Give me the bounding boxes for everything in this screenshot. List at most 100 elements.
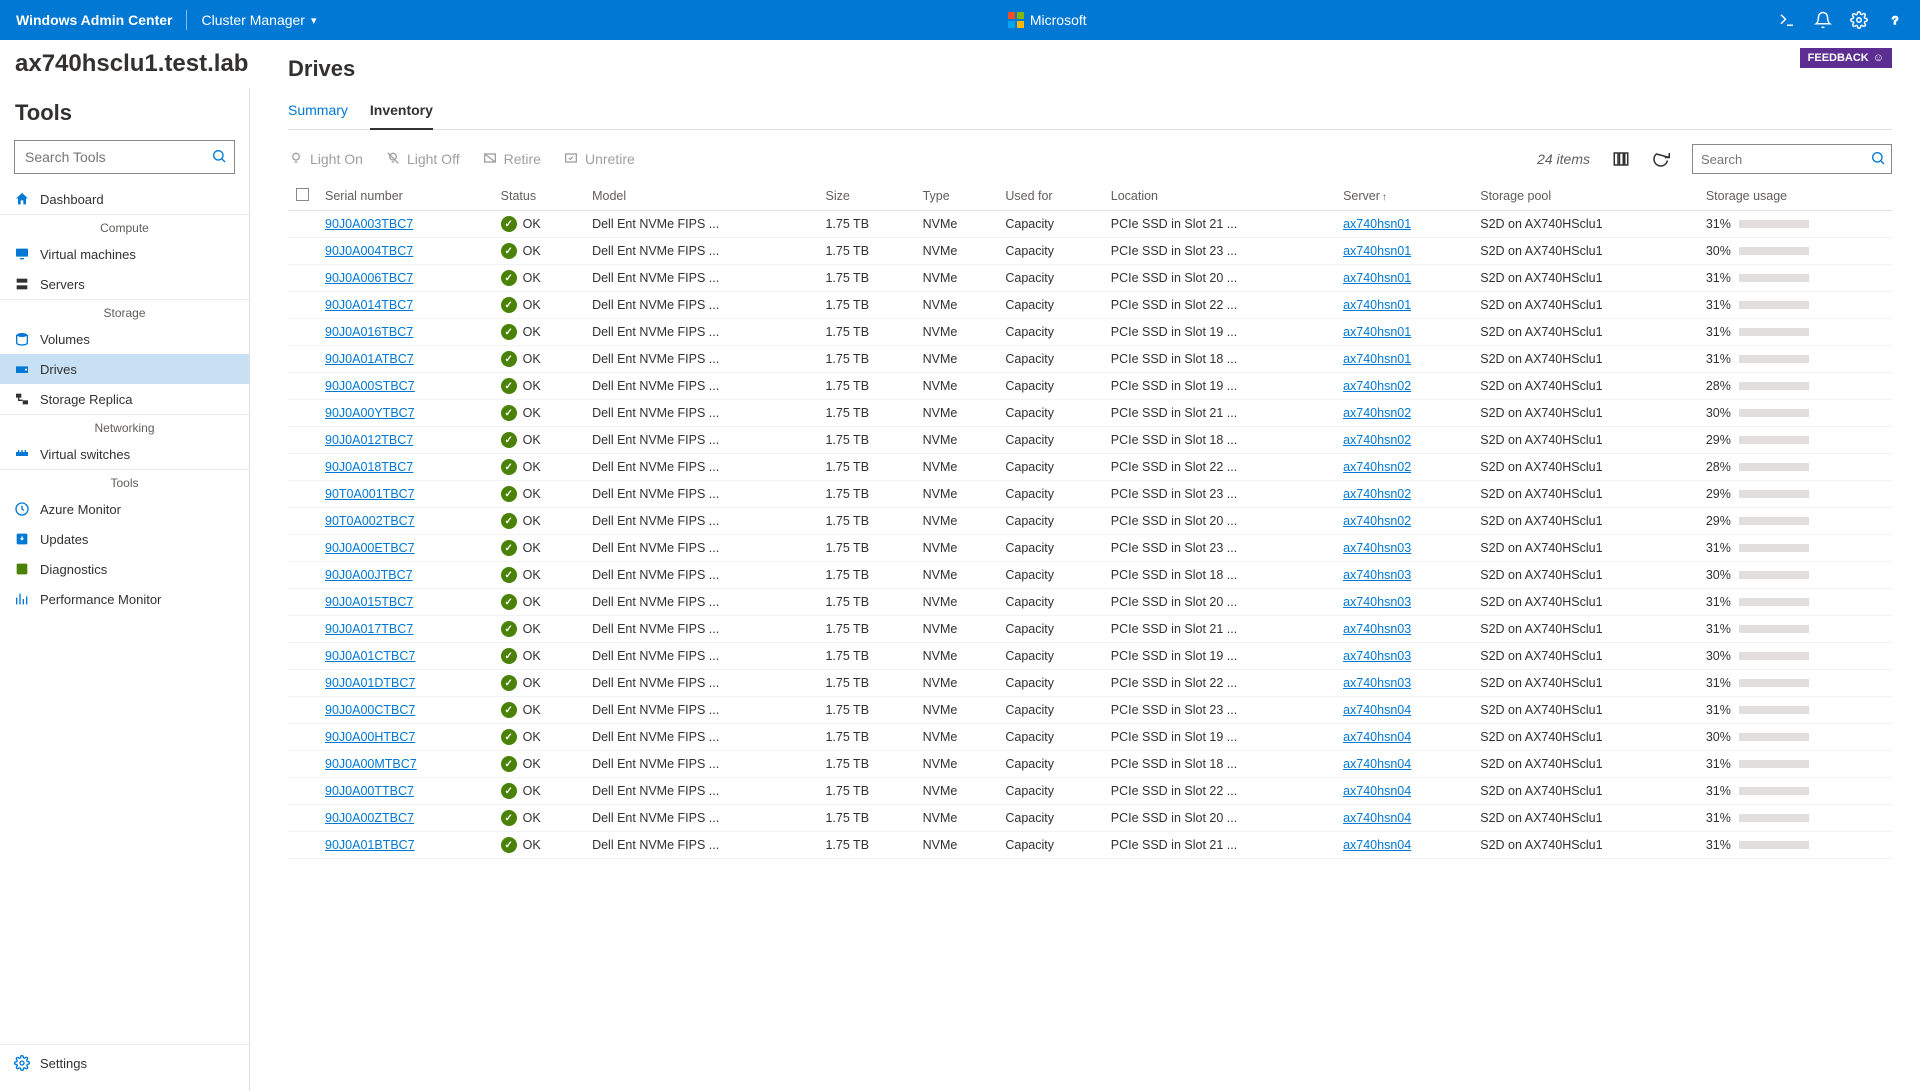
server-link[interactable]: ax740hsn04 (1343, 784, 1411, 798)
row-checkbox-cell[interactable] (288, 535, 317, 562)
sidebar-item-updates[interactable]: Updates (0, 524, 249, 554)
sidebar-item-diagnostics[interactable]: Diagnostics (0, 554, 249, 584)
notifications-icon[interactable] (1814, 11, 1832, 29)
row-checkbox-cell[interactable] (288, 724, 317, 751)
serial-link[interactable]: 90J0A00ZTBC7 (325, 811, 414, 825)
server-link[interactable]: ax740hsn02 (1343, 433, 1411, 447)
sidebar-settings[interactable]: Settings (0, 1044, 249, 1081)
server-link[interactable]: ax740hsn03 (1343, 676, 1411, 690)
table-row[interactable]: 90J0A014TBC7✓OKDell Ent NVMe FIPS ...1.7… (288, 292, 1892, 319)
table-row[interactable]: 90J0A00ZTBC7✓OKDell Ent NVMe FIPS ...1.7… (288, 805, 1892, 832)
sidebar-item-performance-monitor[interactable]: Performance Monitor (0, 584, 249, 614)
serial-link[interactable]: 90J0A01CTBC7 (325, 649, 415, 663)
row-checkbox-cell[interactable] (288, 643, 317, 670)
row-checkbox-cell[interactable] (288, 346, 317, 373)
table-row[interactable]: 90T0A002TBC7✓OKDell Ent NVMe FIPS ...1.7… (288, 508, 1892, 535)
table-row[interactable]: 90J0A012TBC7✓OKDell Ent NVMe FIPS ...1.7… (288, 427, 1892, 454)
sidebar-item-volumes[interactable]: Volumes (0, 324, 249, 354)
server-link[interactable]: ax740hsn01 (1343, 298, 1411, 312)
table-row[interactable]: 90J0A00HTBC7✓OKDell Ent NVMe FIPS ...1.7… (288, 724, 1892, 751)
serial-link[interactable]: 90J0A00TTBC7 (325, 784, 414, 798)
table-row[interactable]: 90J0A016TBC7✓OKDell Ent NVMe FIPS ...1.7… (288, 319, 1892, 346)
row-checkbox-cell[interactable] (288, 319, 317, 346)
serial-link[interactable]: 90J0A00YTBC7 (325, 406, 415, 420)
serial-link[interactable]: 90J0A01BTBC7 (325, 838, 415, 852)
table-row[interactable]: 90J0A01BTBC7✓OKDell Ent NVMe FIPS ...1.7… (288, 832, 1892, 859)
col-model[interactable]: Model (584, 182, 817, 211)
server-link[interactable]: ax740hsn02 (1343, 379, 1411, 393)
action-unretire[interactable]: Unretire (563, 150, 635, 169)
server-link[interactable]: ax740hsn01 (1343, 244, 1411, 258)
server-link[interactable]: ax740hsn02 (1343, 487, 1411, 501)
server-link[interactable]: ax740hsn02 (1343, 406, 1411, 420)
server-link[interactable]: ax740hsn04 (1343, 703, 1411, 717)
sidebar-item-virtual-switches[interactable]: Virtual switches (0, 439, 249, 469)
col-server[interactable]: Server↑ (1335, 182, 1472, 211)
serial-link[interactable]: 90J0A014TBC7 (325, 298, 413, 312)
serial-link[interactable]: 90J0A00MTBC7 (325, 757, 417, 771)
row-checkbox-cell[interactable] (288, 697, 317, 724)
action-retire[interactable]: Retire (482, 150, 541, 169)
table-row[interactable]: 90J0A015TBC7✓OKDell Ent NVMe FIPS ...1.7… (288, 589, 1892, 616)
server-link[interactable]: ax740hsn03 (1343, 622, 1411, 636)
serial-link[interactable]: 90J0A00HTBC7 (325, 730, 415, 744)
row-checkbox-cell[interactable] (288, 508, 317, 535)
row-checkbox-cell[interactable] (288, 805, 317, 832)
sidebar-item-azure-monitor[interactable]: Azure Monitor (0, 494, 249, 524)
col-used-for[interactable]: Used for (997, 182, 1102, 211)
server-link[interactable]: ax740hsn01 (1343, 325, 1411, 339)
col-status[interactable]: Status (493, 182, 584, 211)
tools-search-input[interactable] (14, 140, 235, 174)
row-checkbox-cell[interactable] (288, 211, 317, 238)
row-checkbox-cell[interactable] (288, 427, 317, 454)
cloud-shell-icon[interactable] (1778, 11, 1796, 29)
server-link[interactable]: ax740hsn02 (1343, 460, 1411, 474)
help-icon[interactable]: ? (1886, 11, 1904, 29)
sidebar-item-servers[interactable]: Servers (0, 269, 249, 299)
col-type[interactable]: Type (915, 182, 998, 211)
serial-link[interactable]: 90J0A00ETBC7 (325, 541, 415, 555)
table-row[interactable]: 90J0A01CTBC7✓OKDell Ent NVMe FIPS ...1.7… (288, 643, 1892, 670)
server-link[interactable]: ax740hsn04 (1343, 730, 1411, 744)
table-row[interactable]: 90J0A01DTBC7✓OKDell Ent NVMe FIPS ...1.7… (288, 670, 1892, 697)
settings-icon[interactable] (1850, 11, 1868, 29)
select-all-header[interactable] (288, 182, 317, 211)
serial-link[interactable]: 90J0A017TBC7 (325, 622, 413, 636)
table-row[interactable]: 90J0A00JTBC7✓OKDell Ent NVMe FIPS ...1.7… (288, 562, 1892, 589)
row-checkbox-cell[interactable] (288, 589, 317, 616)
server-link[interactable]: ax740hsn02 (1343, 514, 1411, 528)
row-checkbox-cell[interactable] (288, 562, 317, 589)
table-row[interactable]: 90J0A00YTBC7✓OKDell Ent NVMe FIPS ...1.7… (288, 400, 1892, 427)
table-row[interactable]: 90J0A006TBC7✓OKDell Ent NVMe FIPS ...1.7… (288, 265, 1892, 292)
feedback-button[interactable]: FEEDBACK ☺ (1800, 48, 1892, 68)
row-checkbox-cell[interactable] (288, 265, 317, 292)
row-checkbox-cell[interactable] (288, 454, 317, 481)
serial-link[interactable]: 90J0A016TBC7 (325, 325, 413, 339)
server-link[interactable]: ax740hsn03 (1343, 568, 1411, 582)
table-row[interactable]: 90J0A00CTBC7✓OKDell Ent NVMe FIPS ...1.7… (288, 697, 1892, 724)
serial-link[interactable]: 90J0A015TBC7 (325, 595, 413, 609)
row-checkbox-cell[interactable] (288, 373, 317, 400)
row-checkbox-cell[interactable] (288, 400, 317, 427)
row-checkbox-cell[interactable] (288, 616, 317, 643)
col-storage-usage[interactable]: Storage usage (1698, 182, 1892, 211)
row-checkbox-cell[interactable] (288, 481, 317, 508)
sidebar-item-storage-replica[interactable]: Storage Replica (0, 384, 249, 414)
table-row[interactable]: 90J0A017TBC7✓OKDell Ent NVMe FIPS ...1.7… (288, 616, 1892, 643)
row-checkbox-cell[interactable] (288, 292, 317, 319)
table-row[interactable]: 90J0A018TBC7✓OKDell Ent NVMe FIPS ...1.7… (288, 454, 1892, 481)
row-checkbox-cell[interactable] (288, 832, 317, 859)
col-location[interactable]: Location (1103, 182, 1335, 211)
serial-link[interactable]: 90J0A00JTBC7 (325, 568, 413, 582)
serial-link[interactable]: 90J0A006TBC7 (325, 271, 413, 285)
serial-link[interactable]: 90J0A003TBC7 (325, 217, 413, 231)
server-link[interactable]: ax740hsn04 (1343, 838, 1411, 852)
tab-inventory[interactable]: Inventory (370, 96, 433, 130)
refresh-icon[interactable] (1652, 150, 1670, 168)
server-link[interactable]: ax740hsn03 (1343, 595, 1411, 609)
action-light-off[interactable]: Light Off (385, 150, 460, 169)
server-link[interactable]: ax740hsn01 (1343, 271, 1411, 285)
serial-link[interactable]: 90T0A001TBC7 (325, 487, 415, 501)
action-light-on[interactable]: Light On (288, 150, 363, 169)
serial-link[interactable]: 90J0A00STBC7 (325, 379, 415, 393)
